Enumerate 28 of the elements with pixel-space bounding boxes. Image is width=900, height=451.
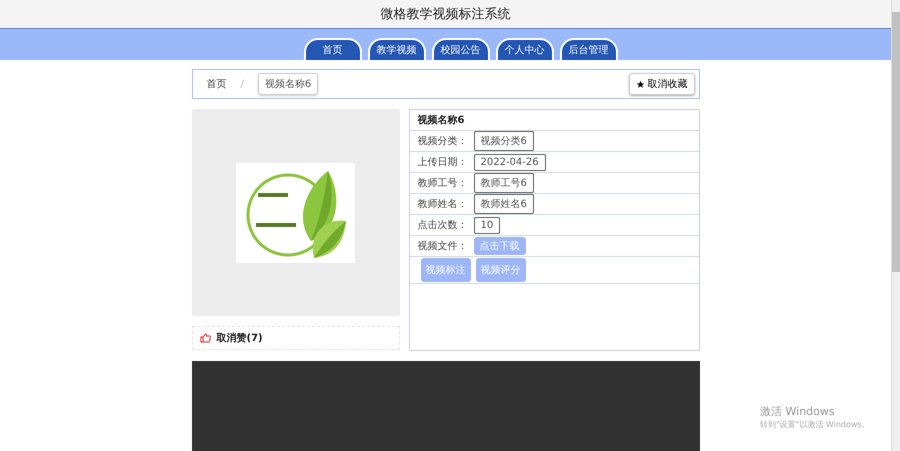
field-label: 教师姓名： xyxy=(418,198,468,211)
activation-title: 激活 Windows xyxy=(760,404,836,419)
nav-tab[interactable]: 教学视频 xyxy=(368,38,426,60)
activation-subtitle: 转到"设置"以激活 Windows。 xyxy=(760,419,870,430)
scrollbar-thumb[interactable] xyxy=(892,12,900,272)
thumbs-up-icon xyxy=(200,333,210,343)
unfavorite-button[interactable]: 取消收藏 xyxy=(628,73,694,95)
video-title: 视频名称6 xyxy=(410,110,698,131)
field-label: 教师工号： xyxy=(418,177,468,190)
breadcrumb-current: 视频名称6 xyxy=(258,73,318,95)
breadcrumb-link[interactable]: 首页 xyxy=(206,77,226,91)
field-value: 教师工号6 xyxy=(474,173,534,193)
site-title: 微格教学视频标注系统 xyxy=(380,6,510,24)
field-value: 教师姓名6 xyxy=(474,194,534,214)
field-label: 视频分类： xyxy=(418,134,468,148)
field-label: 点击次数： xyxy=(418,218,468,232)
nav-tab[interactable]: 个人中心 xyxy=(496,38,554,60)
unlike-link[interactable]: 取消赞(7) xyxy=(216,331,263,345)
field-label: 上传日期： xyxy=(418,156,468,169)
nav-tab[interactable]: 后台管理 xyxy=(560,38,618,60)
star-icon xyxy=(636,80,644,88)
breadcrumb-separator: / xyxy=(240,78,244,90)
field-value: 10 xyxy=(474,216,500,234)
nav-tab[interactable]: 首页 xyxy=(304,38,362,60)
field-value: 视频分类6 xyxy=(474,131,534,151)
field-value: 2022-04-26 xyxy=(474,154,546,170)
nav-tab[interactable]: 校园公告 xyxy=(432,38,490,60)
field-label: 视频文件： xyxy=(418,240,468,253)
